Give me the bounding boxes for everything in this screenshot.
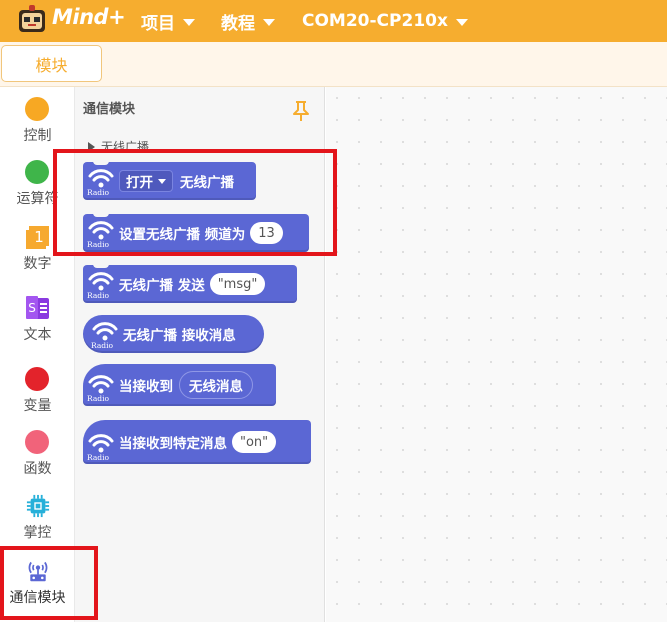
block-radio-receive[interactable]: Radio 无线广播 接收消息 xyxy=(83,315,264,353)
chevron-down-icon xyxy=(183,18,195,26)
radio-caption: Radio xyxy=(87,291,110,300)
message-variable[interactable]: 无线消息 xyxy=(179,371,253,399)
variable-dot-icon xyxy=(25,367,49,391)
chevron-down-icon xyxy=(263,18,275,26)
chevron-down-icon xyxy=(455,18,468,26)
block-when-received[interactable]: Radio 当接收到 无线消息 xyxy=(83,364,276,406)
wifi-icon: Radio xyxy=(83,423,119,462)
block-when-specific-message[interactable]: Radio 当接收到特定消息 "on" xyxy=(83,420,311,464)
wifi-icon: Radio xyxy=(83,366,119,404)
category-function[interactable]: 函数 xyxy=(0,430,75,490)
app-logo-text: Mind+ xyxy=(52,5,126,29)
radio-caption: Radio xyxy=(87,394,110,403)
category-label: 函数 xyxy=(23,461,52,477)
number-badge: 1 xyxy=(34,228,44,246)
port-menu-label: COM20-CP210x xyxy=(302,11,448,31)
block-text: 无线广播 发送 xyxy=(119,278,205,294)
category-label: 掌控 xyxy=(23,525,52,541)
radio-caption: Radio xyxy=(91,341,114,350)
category-label: 数字 xyxy=(23,256,52,272)
number-icon: 1 xyxy=(25,225,50,249)
wifi-icon: Radio xyxy=(87,315,123,353)
text-icon: S xyxy=(25,296,50,320)
chip-icon xyxy=(26,494,50,518)
block-text: 当接收到 xyxy=(119,379,173,395)
block-radio-send[interactable]: Radio 无线广播 发送 "msg" xyxy=(83,264,297,303)
specific-message-input[interactable]: "on" xyxy=(232,431,277,453)
text-badge: S xyxy=(28,301,36,315)
radio-caption: Radio xyxy=(87,453,110,462)
control-dot-icon xyxy=(25,97,49,121)
flyout-title: 通信模块 xyxy=(83,102,136,117)
script-workspace[interactable] xyxy=(326,87,667,622)
tab-blocks[interactable]: 模块 xyxy=(1,45,102,82)
wifi-icon: Radio xyxy=(83,265,119,303)
category-label: 控制 xyxy=(23,128,52,144)
category-label: 文本 xyxy=(23,327,52,343)
project-menu-label: 项目 xyxy=(141,13,175,34)
tutorial-menu-label: 教程 xyxy=(221,13,255,34)
tutorial-menu[interactable]: 教程 xyxy=(221,8,275,34)
category-handpy[interactable]: 掌控 xyxy=(0,494,75,554)
block-text: 当接收到特定消息 xyxy=(119,436,227,452)
port-menu[interactable]: COM20-CP210x xyxy=(302,8,468,34)
category-label: 变量 xyxy=(23,398,52,414)
tab-row: 模块 xyxy=(0,42,667,87)
highlight-box-blocks xyxy=(53,149,337,256)
pin-icon[interactable] xyxy=(292,100,310,122)
message-input[interactable]: "msg" xyxy=(209,273,266,295)
operators-dot-icon xyxy=(25,160,49,184)
highlight-box-category xyxy=(0,546,98,620)
top-menu-bar: Mind+ 项目 教程 COM20-CP210x xyxy=(0,0,667,42)
category-variable[interactable]: 变量 xyxy=(0,367,75,427)
project-menu[interactable]: 项目 xyxy=(141,8,195,34)
block-text: 无线广播 接收消息 xyxy=(123,328,236,344)
function-dot-icon xyxy=(25,430,49,454)
category-text[interactable]: S 文本 xyxy=(0,296,75,356)
category-control[interactable]: 控制 xyxy=(0,97,75,157)
